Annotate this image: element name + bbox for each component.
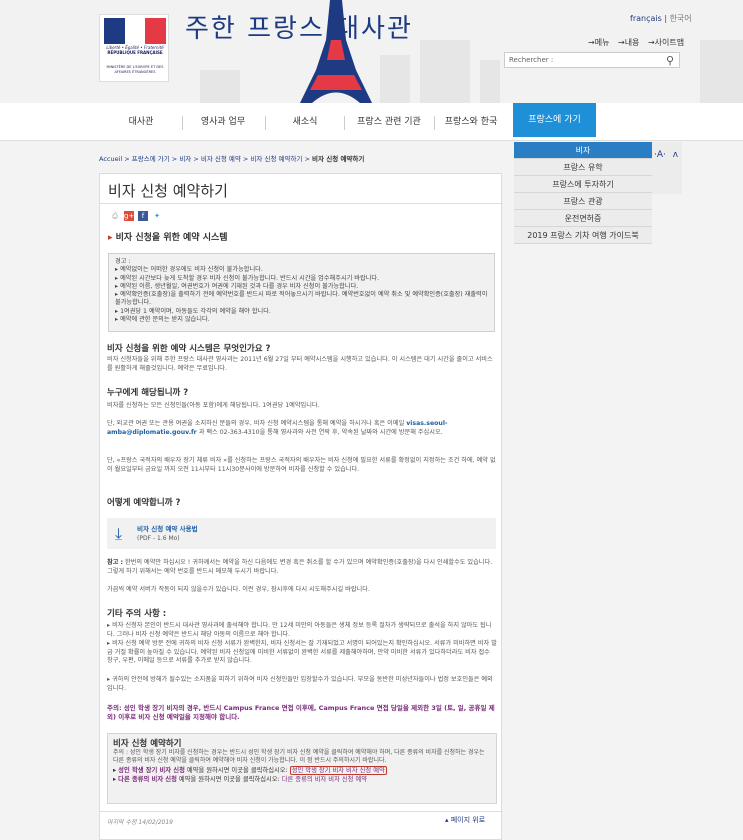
warning-box: 경고 : ▸ 예약없이는 어떠한 경우에도 비자 신청이 불가능합니다. ▸ 예…: [108, 253, 495, 332]
share-bar: ⎙ g+ f ✦: [110, 211, 162, 221]
rss-icon[interactable]: ʌ: [673, 150, 678, 160]
nav-dropdown: 비자 프랑스 유학 프랑스에 투자하기 프랑스 관광 운전면허증 2019 프랑…: [514, 142, 652, 244]
back-to-top-link[interactable]: ▴ 페이지 위로: [445, 815, 485, 825]
main-content: 비자 신청 예약하기 ⎙ g+ f ✦ ▸ 비자 신청을 위한 예약 시스템 경…: [99, 173, 503, 840]
nav-divider: [182, 116, 183, 130]
search-icon[interactable]: ⚲: [666, 54, 674, 67]
page: Liberté • Égalité • Fraternité RÉPUBLIQU…: [0, 0, 743, 840]
apply-line-student: ▸ 성인 학생 장기 비자 신청 예약을 원하시면 이곳을 클릭하십시오: 성인…: [113, 765, 387, 775]
sitemap-link[interactable]: →사이트맵: [648, 38, 684, 47]
paragraph-other-1: ▸ 비자 신청자 본인이 반드시 대사관 영사과에 출석해야 합니다. 만 12…: [107, 622, 492, 638]
student-visa-booking-link[interactable]: 성인 학생 장기 비자 비자 신청 예약: [289, 765, 387, 775]
logo-republic: RÉPUBLIQUE FRANÇAISE: [107, 50, 163, 55]
arrow-icon: ▸: [108, 233, 116, 243]
header: Liberté • Égalité • Fraternité RÉPUBLIQU…: [0, 0, 743, 103]
heading-how: 어떻게 예약합니까 ?: [107, 498, 181, 508]
paragraph-note-2: 가끔씩 예약 서버가 작동이 되지 않을수가 있습니다. 이런 경우, 잠시후에…: [107, 586, 370, 593]
warning-item: ▸ 예약확인증(호출장)을 출력하기 전에 예약번호를 반드시 따로 적어놓으시…: [115, 291, 488, 307]
font-size-icon[interactable]: ·A·: [654, 150, 666, 160]
republique-francaise-logo[interactable]: Liberté • Égalité • Fraternité RÉPUBLIQU…: [99, 14, 169, 82]
nav-consular[interactable]: 영사과 업무: [190, 103, 256, 141]
nav-divider: [265, 116, 266, 130]
nav-institutions[interactable]: 프랑스 관련 기관: [352, 103, 426, 141]
dropdown-item-license[interactable]: 운전면허증: [514, 210, 652, 227]
dropdown-item-study[interactable]: 프랑스 유학: [514, 159, 652, 176]
paragraph-who-2: 단, 외교관 여권 또는 관용 여권을 소지하신 분들의 경우, 비자 신청 예…: [107, 420, 448, 436]
nav-news[interactable]: 새소식: [280, 103, 330, 141]
side-tools: ·A· ʌ: [654, 150, 678, 160]
warning-item: ▸ 예약된 이름, 생년월일, 여권번호가 여권에 기재된 것과 다를 경우 비…: [115, 282, 359, 290]
dropdown-item-visa[interactable]: 비자: [514, 142, 652, 159]
facebook-icon[interactable]: f: [138, 211, 148, 221]
logo-ministry: MINISTÈRE DE L'EUROPE ET DES AFFAIRES ÉT…: [106, 65, 164, 74]
content-link[interactable]: →내용: [618, 38, 639, 47]
download-title[interactable]: 비자 신청 예약 사용법: [137, 523, 198, 533]
nav-go-to-france[interactable]: 프랑스에 가기: [513, 103, 596, 137]
divider: [100, 203, 503, 204]
main-nav: 대사관 영사과 업무 새소식 프랑스 관련 기관 프랑스와 한국: [0, 103, 743, 141]
section-heading-text: 비자 신청을 위한 예약 시스템: [115, 233, 228, 243]
french-flag-icon: [104, 18, 167, 44]
nav-france-korea[interactable]: 프랑스와 한국: [440, 103, 502, 141]
lang-ko-link[interactable]: 한국어: [670, 14, 692, 23]
breadcrumb-path[interactable]: Accueil > 프랑스에 가기 > 비자 > 비자 신청 예약 > 비자 신…: [99, 155, 312, 163]
warning-item: ▸ 예약없이는 어떠한 경우에도 비자 신청이 불가능합니다.: [115, 266, 263, 274]
download-box[interactable]: ⤓ 비자 신청 예약 사용법 (PDF - 1.6 Mo): [107, 518, 496, 549]
divider: [100, 811, 503, 812]
heading-what: 비자 신청을 위한 예약 시스템은 무엇인가요 ?: [107, 344, 271, 354]
paragraph-note: 참고 : 한번의 예약만 하십시오 ! 귀하께서는 예약을 하신 다음에도 변경…: [107, 559, 493, 575]
paragraph-other-2: ▸ 비자 신청 예약 방문 전에 귀하의 비자 신청 서류가 완벽한지, 비자 …: [107, 640, 497, 665]
breadcrumb: Accueil > 프랑스에 가기 > 비자 > 비자 신청 예약 > 비자 신…: [99, 153, 364, 163]
section-heading: ▸ 비자 신청을 위한 예약 시스템: [108, 230, 228, 243]
dropdown-item-train-guide[interactable]: 2019 프랑스 기차 여행 가이드북: [514, 227, 652, 244]
warning-item: ▸ 1여권당 1 예약이며, 아동들도 각각의 예약을 해야 합니다.: [115, 307, 271, 315]
paragraph-who-3: 단, «프랑스 국적자의 배우자 장기 체류 비자 »를 신청하는 프랑스 국적…: [107, 457, 496, 473]
print-icon[interactable]: ⎙: [110, 211, 120, 221]
breadcrumb-current: 비자 신청 예약하기: [312, 155, 365, 163]
apply-line-other: ▸ 다른 종류의 비자 신청 예약을 원하시면 이곳을 클릭하십시오: 다른 종…: [113, 775, 368, 783]
nav-embassy[interactable]: 대사관: [118, 103, 164, 141]
last-modified: 마지막 수정 14/02/2019: [107, 819, 173, 826]
download-icon: ⤓: [115, 524, 123, 543]
menu-link[interactable]: →메뉴: [588, 38, 609, 47]
search-placeholder: Rechercher :: [509, 56, 554, 64]
heading-who: 누구에게 해당됩니까 ?: [107, 388, 189, 398]
apply-notice: 주의 : 성인 학생 장기 비자를 신청하는 경우는 반드시 성인 학생 장기 …: [113, 749, 485, 765]
paragraph-other-3: ▸ 귀하의 안전에 방해가 될수있는 소지품을 피하기 위하여 비자 신청인들만…: [107, 676, 493, 692]
campus-france-note: 주의: 성인 학생 장기 비자의 경우, 반드시 Campus France 면…: [107, 704, 495, 721]
language-switch: français | 한국어: [630, 14, 692, 23]
search-input[interactable]: Rechercher : ⚲: [504, 52, 680, 68]
google-plus-icon[interactable]: g+: [124, 211, 134, 221]
paragraph-who-1: 비자를 신청하는 모든 신청인들(아동 포함)에게 해당됩니다. 1여권당 1예…: [107, 402, 320, 409]
nav-divider: [344, 116, 345, 130]
download-size: (PDF - 1.6 Mo): [137, 535, 180, 542]
apply-title: 비자 신청 예약하기: [113, 739, 182, 749]
nav-divider: [434, 116, 435, 130]
page-title: 비자 신청 예약하기: [108, 182, 228, 200]
dropdown-item-tourism[interactable]: 프랑스 관광: [514, 193, 652, 210]
twitter-icon[interactable]: ✦: [152, 211, 162, 221]
lang-fr-link[interactable]: français: [630, 14, 662, 23]
dropdown-item-invest[interactable]: 프랑스에 투자하기: [514, 176, 652, 193]
utility-links: →메뉴 →내용 →사이트맵: [582, 37, 684, 48]
site-title[interactable]: 주한 프랑스 대사관: [185, 8, 413, 45]
heading-other: 기타 주의 사항 :: [107, 609, 167, 619]
warning-item: ▸ 예약에 관한 문의는 받지 않습니다.: [115, 316, 210, 324]
warning-item: ▸ 예약된 시간보다 늦게 도착할 경우 비자 신청이 불가능합니다. 반드시 …: [115, 274, 380, 282]
other-visa-booking-link[interactable]: 다른 종류의 비자 비자 신청 예약: [282, 776, 367, 783]
apply-box: 비자 신청 예약하기 주의 : 성인 학생 장기 비자를 신청하는 경우는 반드…: [107, 733, 497, 804]
paragraph-what: 비자 신청자들을 위해 주한 프랑스 대사관 영사과는 2011년 6월 27일…: [107, 356, 493, 372]
